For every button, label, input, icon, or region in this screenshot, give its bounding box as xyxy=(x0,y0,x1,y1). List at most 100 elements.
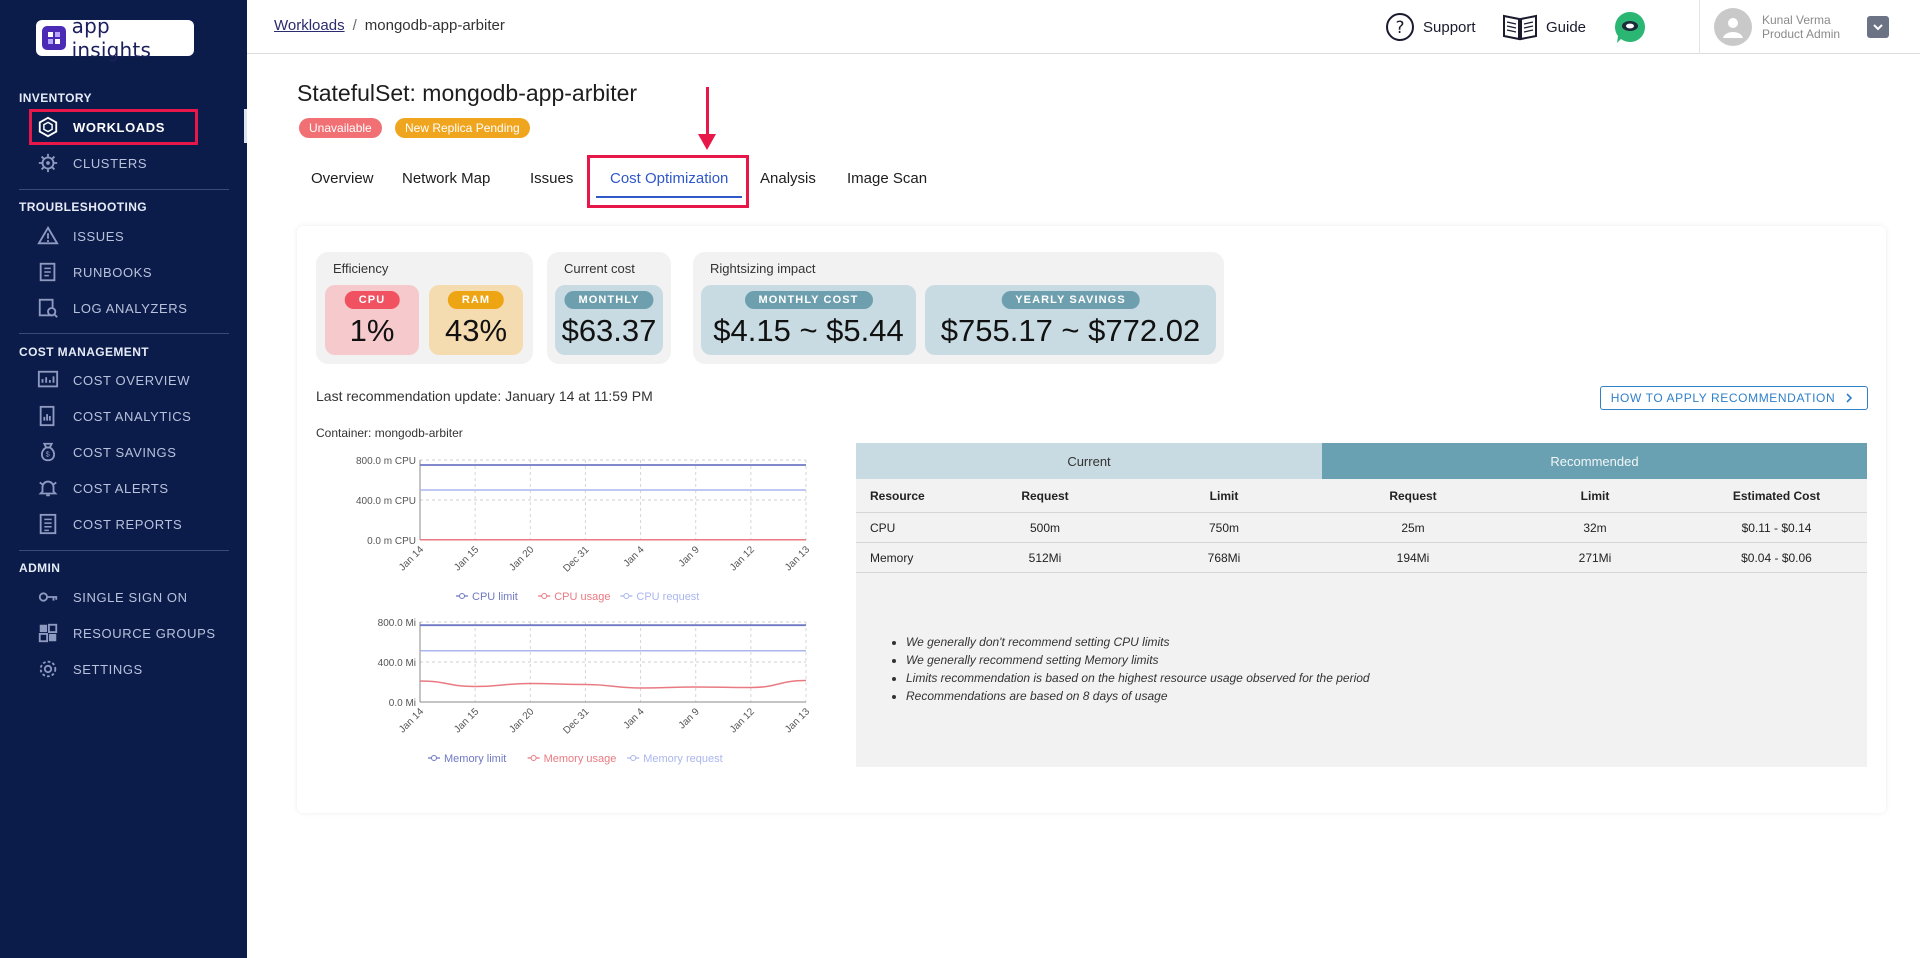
sidebar-item-resource-groups[interactable]: RESOURCE GROUPS xyxy=(37,618,216,648)
group-current: Current xyxy=(856,443,1322,479)
avatar xyxy=(1714,8,1752,46)
note-item: We generally recommend setting Memory li… xyxy=(906,653,1867,667)
current-cost-panel: Current cost MONTHLY $63.37 xyxy=(547,252,671,364)
sidebar-item-label: COST ANALYTICS xyxy=(73,408,192,424)
how-to-apply-button[interactable]: HOW TO APPLY RECOMMENDATION xyxy=(1600,386,1868,410)
status-badge-replica-pending: New Replica Pending xyxy=(395,118,530,138)
x-tick-label: Jan 15 xyxy=(452,706,481,735)
open-book-icon xyxy=(1503,14,1537,41)
section-cost-management: COST MANAGEMENT xyxy=(19,345,149,359)
sidebar-item-label: COST OVERVIEW xyxy=(73,372,191,388)
cell: 271Mi xyxy=(1578,550,1612,565)
legend-item[interactable]: CPU limit xyxy=(456,591,518,603)
yearly-savings-pill: YEARLY SAVINGS xyxy=(1001,291,1140,309)
sidebar-item-cost-analytics[interactable]: COST ANALYTICS xyxy=(37,401,191,431)
tab-analysis[interactable]: Analysis xyxy=(760,170,816,187)
sidebar-item-log-analyzers[interactable]: LOG ANALYZERS xyxy=(37,293,188,323)
sidebar-item-workloads[interactable]: WORKLOADS xyxy=(37,112,165,142)
cpu-efficiency-tile: CPU 1% xyxy=(325,285,419,355)
user-role: Product Admin xyxy=(1762,27,1841,41)
sidebar-item-label: WORKLOADS xyxy=(73,119,166,135)
current-cost-label: Current cost xyxy=(564,261,635,276)
sidebar-item-cost-overview[interactable]: COST OVERVIEW xyxy=(37,365,190,395)
sidebar-item-label: RUNBOOKS xyxy=(73,264,153,280)
efficiency-label: Efficiency xyxy=(333,261,389,276)
x-tick-label: Jan 15 xyxy=(452,544,481,573)
cell: Memory xyxy=(870,550,914,565)
cell: $0.04 - $0.06 xyxy=(1741,550,1812,565)
sidebar-item-runbooks[interactable]: RUNBOOKS xyxy=(37,257,152,287)
sidebar-item-issues[interactable]: ISSUES xyxy=(37,221,124,251)
support-link[interactable]: ? Support xyxy=(1385,12,1476,42)
legend-label: CPU request xyxy=(636,591,699,603)
topbar: Workloads / mongodb-app-arbiter ? Support … xyxy=(247,0,1920,54)
x-tick-label: Jan 14 xyxy=(397,544,426,573)
col-current-request: Request xyxy=(1021,488,1069,503)
monthly-cost-value: $63.37 xyxy=(561,313,657,348)
logo-icon xyxy=(42,26,66,50)
x-tick-label: Jan 4 xyxy=(622,706,647,731)
breadcrumb-separator: / xyxy=(352,17,357,34)
alert-icon xyxy=(38,480,58,497)
app-logo[interactable]: app insights xyxy=(36,14,194,62)
sidebar-item-label: ISSUES xyxy=(73,228,125,244)
sidebar-item-settings[interactable]: SETTINGS xyxy=(37,654,143,684)
annotation-arrow-head xyxy=(698,134,716,150)
x-tick-label: Jan 14 xyxy=(397,706,426,735)
legend-item[interactable]: CPU request xyxy=(620,591,699,603)
yearly-savings-value: $755.17 ~ $772.02 xyxy=(940,313,1201,348)
section-inventory: INVENTORY xyxy=(19,91,92,105)
sidebar-item-label: COST ALERTS xyxy=(73,480,169,496)
legend-swatch-dot xyxy=(459,593,465,599)
tab-image-scan[interactable]: Image Scan xyxy=(847,170,927,187)
x-tick-label: Dec 31 xyxy=(561,706,591,736)
sidebar-item-cost-reports[interactable]: COST REPORTS xyxy=(37,509,182,539)
cell: CPU xyxy=(870,520,896,535)
tab-overview[interactable]: Overview xyxy=(311,170,374,187)
sidebar-item-clusters[interactable]: CLUSTERS xyxy=(37,148,147,178)
tab-network-map[interactable]: Network Map xyxy=(402,170,490,187)
analytics-icon xyxy=(39,405,55,427)
dashboard-icon xyxy=(37,370,59,388)
chevron-right-icon xyxy=(1846,393,1853,403)
ram-efficiency-value: 43% xyxy=(444,313,508,348)
breadcrumb: Workloads / mongodb-app-arbiter xyxy=(274,17,505,34)
user-menu[interactable]: Kunal Verma Product Admin xyxy=(1699,0,1840,54)
legend-item[interactable]: CPU usage xyxy=(538,591,610,603)
sidebar-divider xyxy=(19,189,229,190)
legend-item[interactable]: Memory request xyxy=(627,753,723,765)
guide-link[interactable]: Guide xyxy=(1502,12,1586,42)
tab-issues[interactable]: Issues xyxy=(530,170,573,187)
user-dropdown-button[interactable] xyxy=(1867,16,1889,38)
money-bag-icon: $ xyxy=(41,442,55,462)
y-tick-label: 400.0 Mi xyxy=(378,658,416,669)
chat-button[interactable] xyxy=(1613,10,1655,44)
grid-icon xyxy=(38,623,58,643)
breadcrumb-workloads-link[interactable]: Workloads xyxy=(274,17,345,34)
x-tick-label: Jan 4 xyxy=(622,544,647,569)
legend-item[interactable]: Memory usage xyxy=(527,753,617,765)
legend-swatch-dot xyxy=(630,755,637,761)
cell: $0.11 - $0.14 xyxy=(1741,520,1812,535)
legend-item[interactable]: Memory limit xyxy=(428,753,506,765)
x-tick-label: Jan 20 xyxy=(507,706,536,735)
series-line-memory-usage xyxy=(419,679,807,689)
sidebar-item-cost-alerts[interactable]: COST ALERTS xyxy=(37,473,169,503)
ram-efficiency-tile: RAM 43% xyxy=(429,285,523,355)
legend-label: Memory limit xyxy=(444,753,506,765)
user-name: Kunal Verma xyxy=(1762,13,1831,27)
rightsizing-label: Rightsizing impact xyxy=(710,261,816,276)
col-resource: Resource xyxy=(870,488,925,503)
cell: 32m xyxy=(1583,520,1607,535)
legend-label: Memory usage xyxy=(544,753,617,765)
support-label: Support xyxy=(1423,18,1476,36)
sidebar-item-label: RESOURCE GROUPS xyxy=(73,625,216,641)
x-tick-label: Jan 9 xyxy=(677,544,702,569)
y-tick-label: 800.0 Mi xyxy=(378,618,416,629)
col-rec-request: Request xyxy=(1389,488,1437,503)
sidebar-item-single-sign-on[interactable]: SINGLE SIGN ON xyxy=(37,582,188,612)
sidebar-item-label: LOG ANALYZERS xyxy=(73,300,188,316)
warning-icon xyxy=(37,225,59,245)
sidebar-item-cost-savings[interactable]: $ COST SAVINGS xyxy=(37,437,177,467)
rightsizing-monthly-tile: MONTHLY COST $4.15 ~ $5.44 xyxy=(701,285,916,355)
